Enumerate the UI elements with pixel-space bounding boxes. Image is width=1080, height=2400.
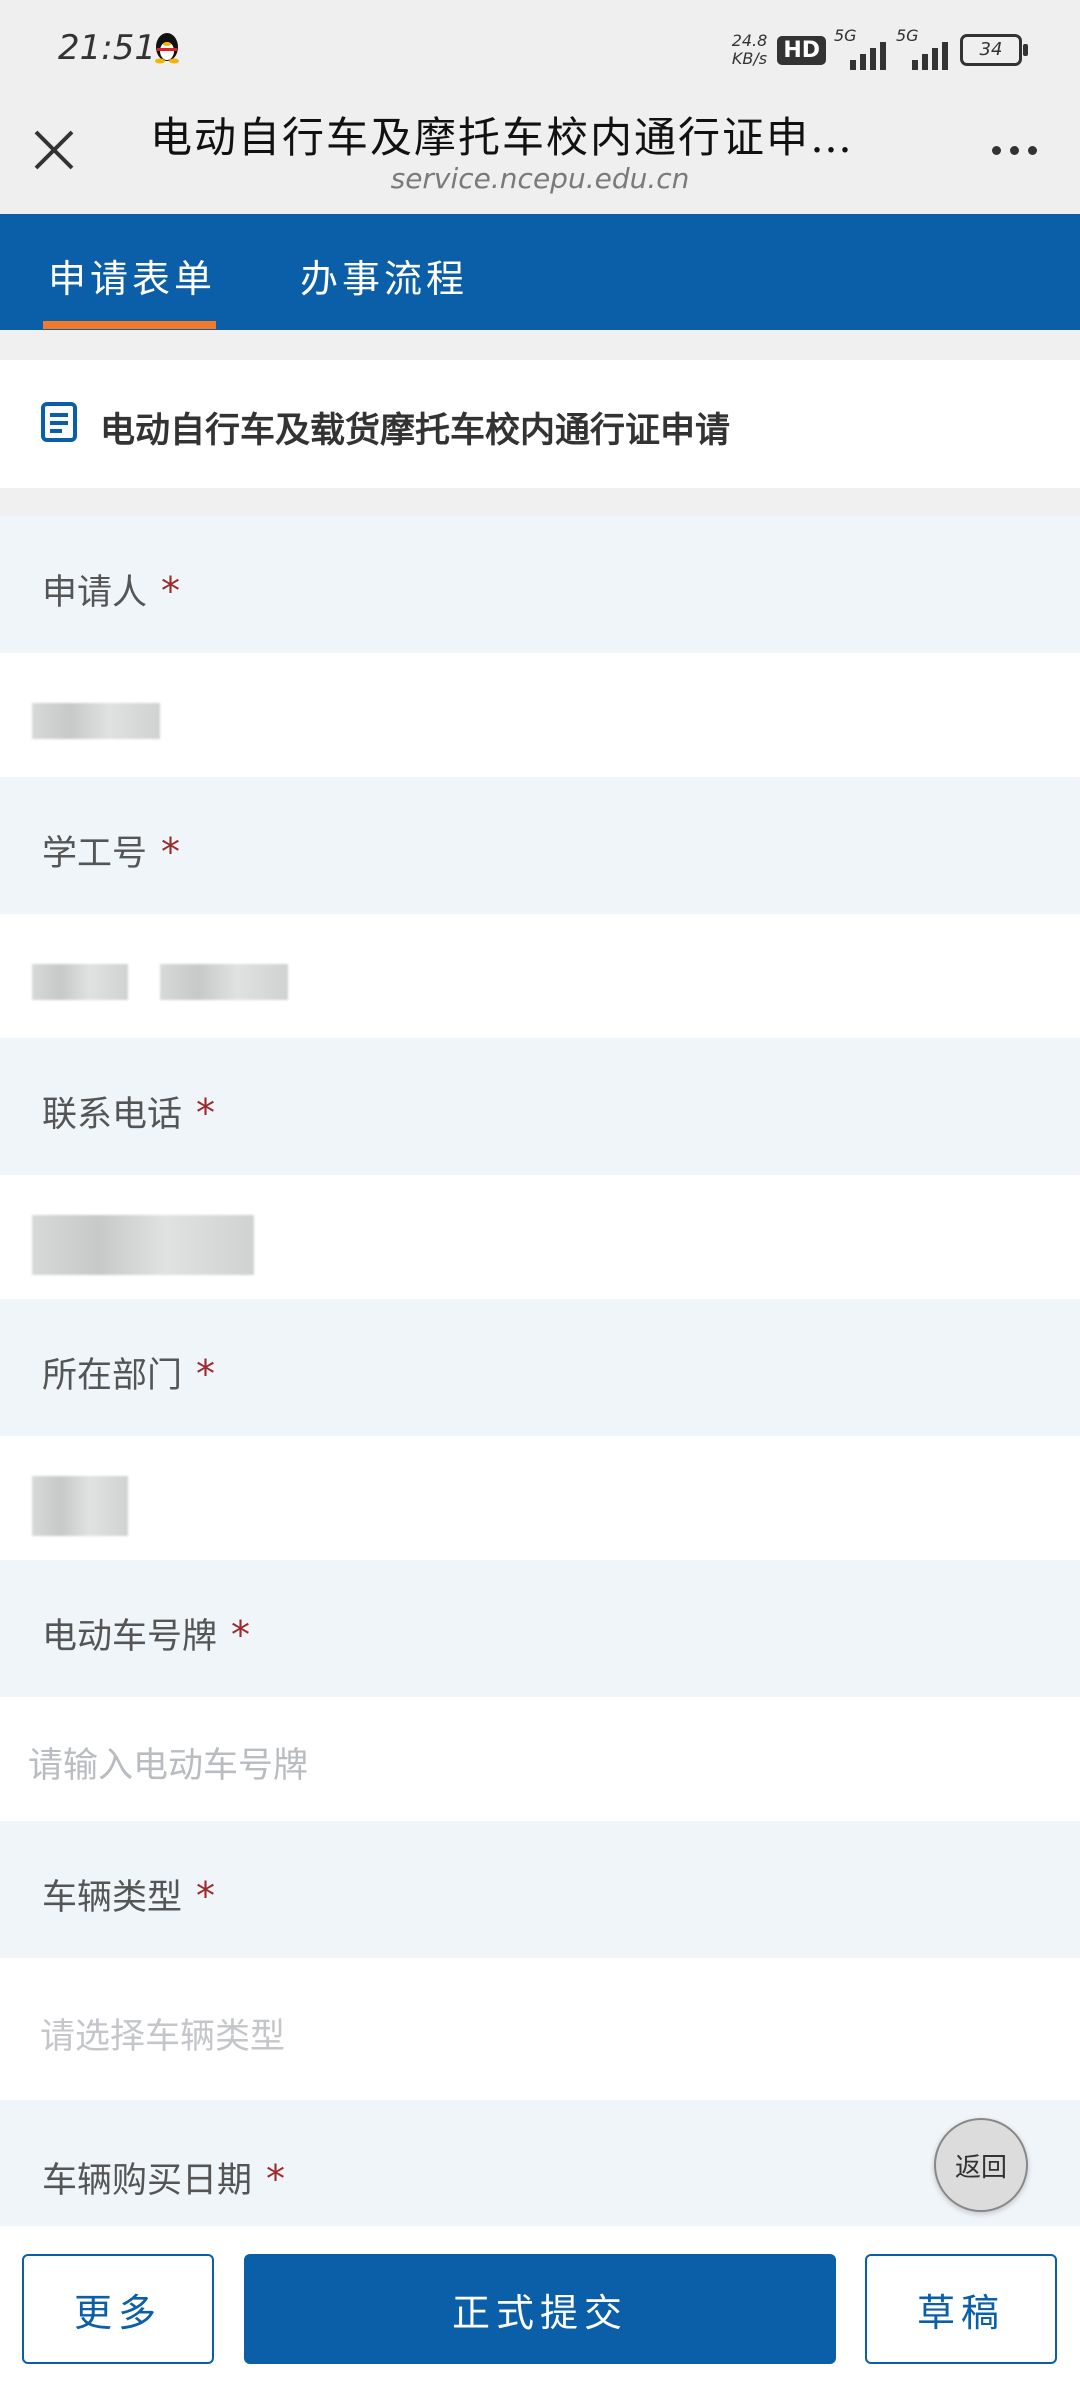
more-options-icon[interactable] [992,138,1050,162]
hd-voice-icon: HD [777,35,826,65]
redacted-value [32,1215,254,1275]
vehicle-type-select[interactable]: 请选择车辆类型 [0,1958,1080,2100]
field-label-plate: 电动车号牌 * [0,1560,1080,1697]
department-input[interactable] [0,1436,1080,1560]
field-label-department: 所在部门 * [0,1299,1080,1436]
tab-bar: 申请表单 办事流程 [0,214,1080,330]
status-bar: 21:51 24.8 KB/s HD 5G 5G 34 [0,0,1080,90]
form-title: 电动自行车及载货摩托车校内通行证申请 [100,411,731,451]
id-input[interactable] [0,914,1080,1038]
redacted-value [32,703,160,739]
tab-process[interactable]: 办事流程 [300,248,468,303]
page-title: 电动自行车及摩托车校内通行证申… [150,113,855,162]
plate-placeholder: 请输入电动车号牌 [28,1746,309,1786]
field-label-applicant: 申请人 * [0,516,1080,653]
title-bar: 电动自行车及摩托车校内通行证申… service.ncepu.edu.cn [0,90,1080,214]
form-header: 电动自行车及载货摩托车校内通行证申请 [0,360,1080,488]
network-speed: 24.8 KB/s [731,31,768,68]
return-button[interactable]: 返回 [934,2118,1028,2212]
more-button[interactable]: 更多 [22,2254,214,2364]
bottom-action-bar: 更多 正式提交 草稿 [0,2226,1080,2400]
form-body: 申请人 * 学工号 * 联系电话 * 所在部门 * 电动车号牌 * 请输入电动车号牌 车辆… [0,516,1080,2240]
plate-input[interactable]: 请输入电动车号牌 [0,1697,1080,1821]
submit-button[interactable]: 正式提交 [244,2254,836,2364]
battery-icon: 34 [960,34,1028,66]
field-label-purchase-date: 车辆购买日期 * [0,2100,1080,2240]
signal-icon-1: 5G [834,26,888,70]
page-url: service.ncepu.edu.cn [390,162,690,195]
field-label-id: 学工号 * [0,777,1080,914]
redacted-value [32,1476,128,1536]
status-time: 21:51 [58,28,156,68]
tab-application-form[interactable]: 申请表单 [48,248,216,303]
redacted-value [160,964,288,1000]
qq-penguin-icon [155,33,179,64]
status-icons: 24.8 KB/s HD 5G 5G 34 [731,26,1028,70]
field-label-phone: 联系电话 * [0,1038,1080,1175]
field-label-vehicle-type: 车辆类型 * [0,1821,1080,1958]
redacted-value [32,964,128,1000]
phone-input[interactable] [0,1175,1080,1299]
vehicle-type-placeholder: 请选择车辆类型 [40,2017,286,2057]
applicant-input[interactable] [0,653,1080,777]
active-tab-indicator [43,321,216,329]
draft-button[interactable]: 草稿 [865,2254,1057,2364]
signal-icon-2: 5G [896,26,950,70]
document-icon [41,402,77,442]
